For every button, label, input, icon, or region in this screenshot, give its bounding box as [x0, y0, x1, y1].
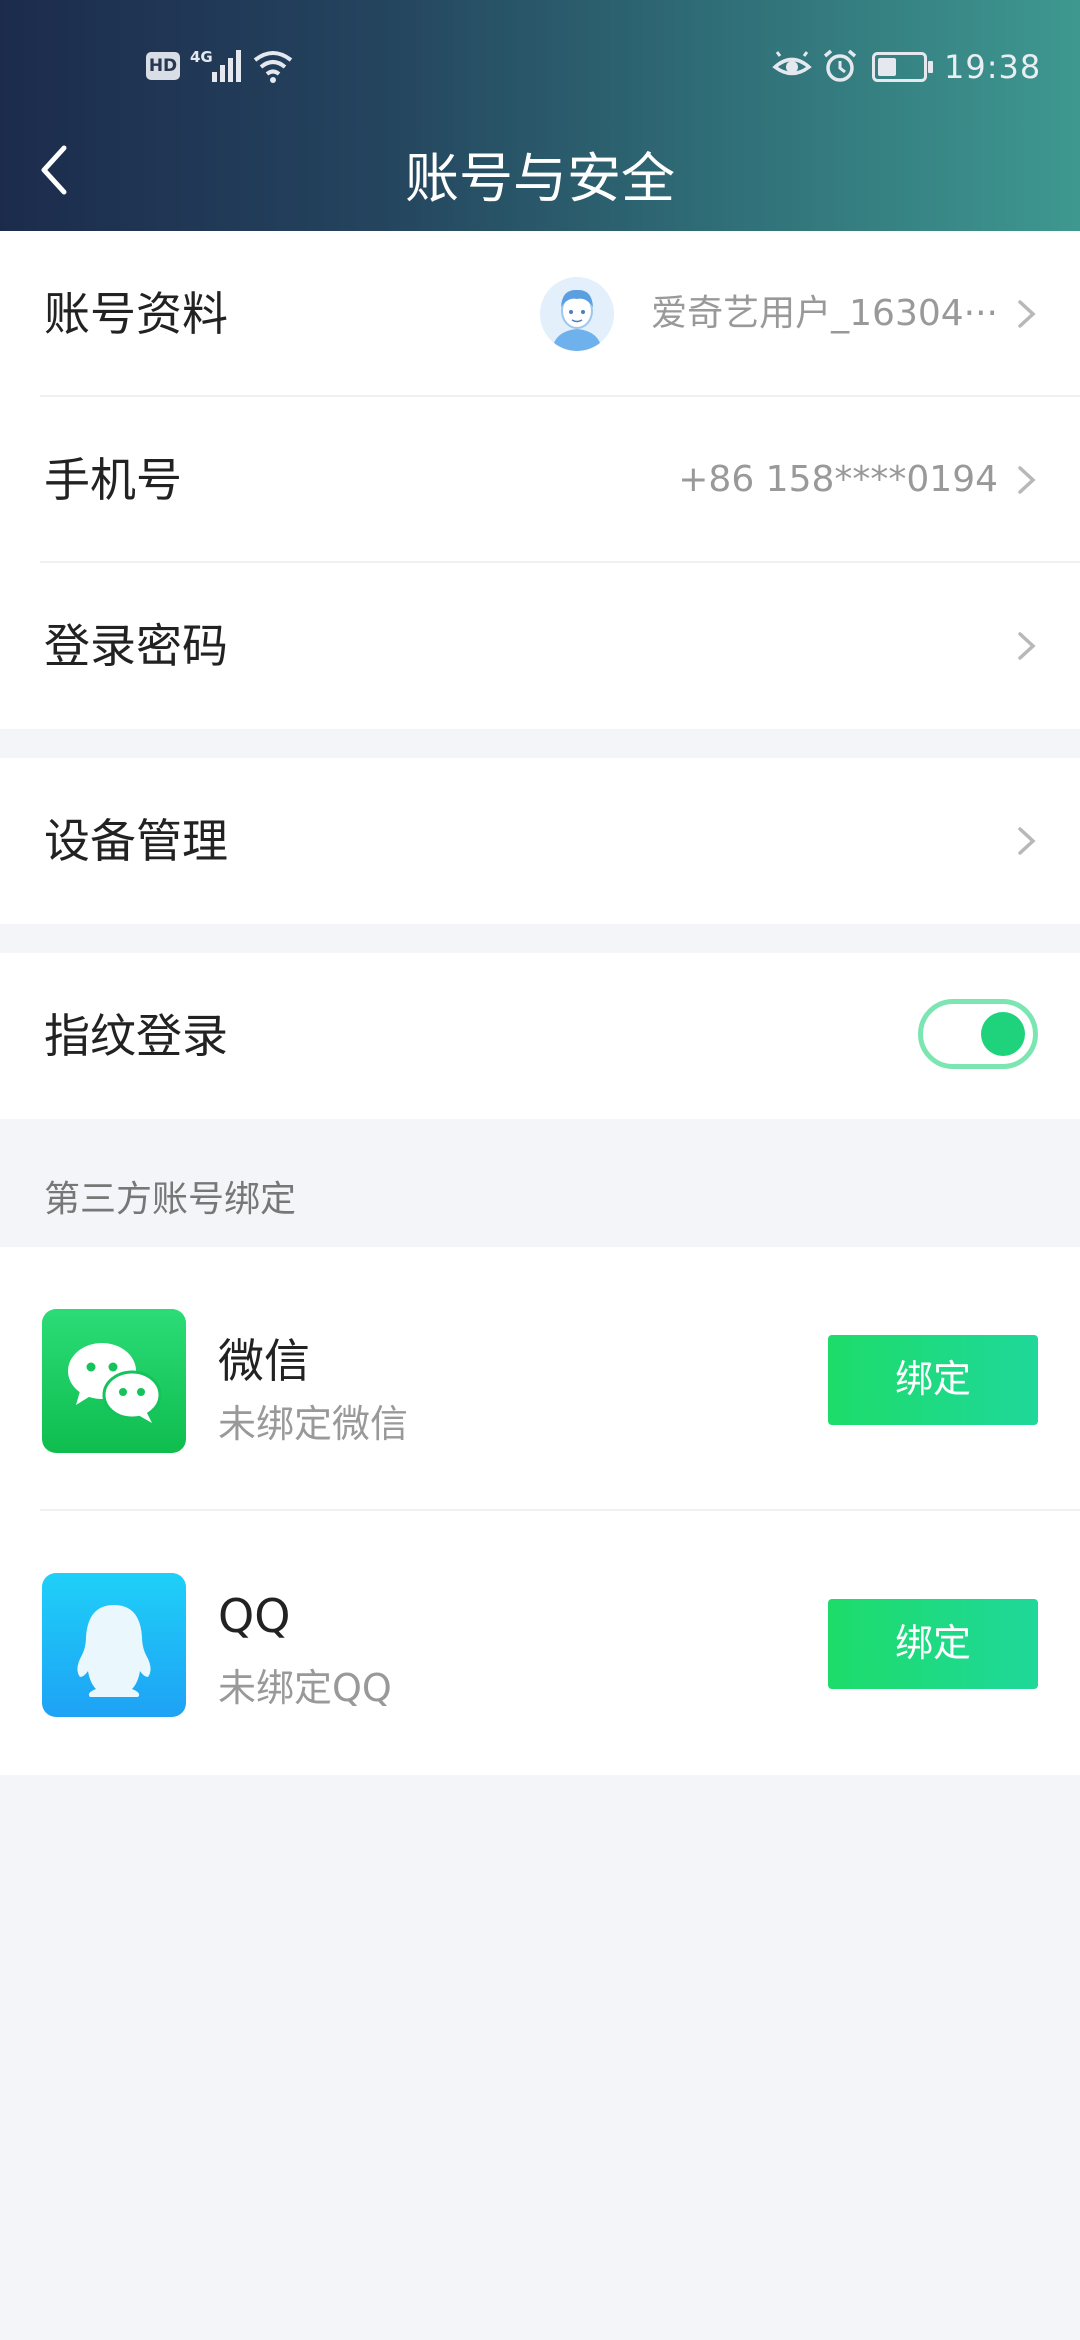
account-profile-value: 爱奇艺用户_16304···	[651, 293, 998, 334]
page-title: 账号与安全	[405, 147, 675, 210]
chevron-right-icon	[1018, 300, 1036, 328]
qq-status: 未绑定QQ	[218, 1666, 392, 1710]
account-profile-label: 账号资料	[44, 287, 228, 341]
hd-badge: HD	[146, 52, 180, 80]
fingerprint-row: 指纹登录	[0, 953, 1080, 1119]
eye-comfort-icon	[772, 51, 812, 76]
wechat-name: 微信	[218, 1334, 310, 1388]
account-profile-row[interactable]: 账号资料 爱奇艺用户_16304···	[0, 231, 1080, 397]
alarm-icon	[823, 49, 857, 82]
fingerprint-label: 指纹登录	[44, 1009, 228, 1063]
wechat-icon	[42, 1309, 186, 1453]
wechat-row: 微信 未绑定微信 绑定	[0, 1247, 1080, 1511]
status-bar: HD 4G 19:38	[0, 0, 1080, 130]
wechat-status: 未绑定微信	[218, 1402, 409, 1446]
third-party-group: 微信 未绑定微信 绑定 QQ 未绑定QQ 绑定	[0, 1247, 1080, 1775]
bind-qq-button[interactable]: 绑定	[828, 1599, 1038, 1689]
chevron-right-icon	[1018, 827, 1036, 855]
avatar	[540, 277, 614, 351]
phone-label: 手机号	[44, 453, 182, 507]
battery-icon	[872, 52, 933, 82]
chevron-right-icon	[1018, 632, 1036, 660]
device-group: 设备管理	[0, 758, 1080, 924]
fingerprint-group: 指纹登录	[0, 953, 1080, 1119]
qq-icon	[42, 1573, 186, 1717]
password-row[interactable]: 登录密码	[0, 563, 1080, 729]
user-avatar-icon	[540, 277, 614, 351]
toggle-knob	[981, 1012, 1025, 1056]
device-management-label: 设备管理	[44, 814, 228, 868]
qq-row: QQ 未绑定QQ 绑定	[0, 1511, 1080, 1775]
phone-row[interactable]: 手机号 +86 158****0194	[0, 397, 1080, 563]
qq-name: QQ	[218, 1589, 291, 1643]
chevron-right-icon	[1018, 466, 1036, 494]
phone-value: +86 158****0194	[678, 459, 998, 500]
third-party-section-title: 第三方账号绑定	[44, 1179, 297, 1220]
bind-wechat-button[interactable]: 绑定	[828, 1335, 1038, 1425]
signal-icon	[212, 50, 241, 82]
account-group: 账号资料 爱奇艺用户_16304··· 手机号 +86 158****0194	[0, 231, 1080, 729]
wifi-icon	[253, 51, 293, 83]
fingerprint-toggle[interactable]	[918, 999, 1038, 1069]
password-label: 登录密码	[44, 619, 228, 673]
device-management-row[interactable]: 设备管理	[0, 758, 1080, 924]
header: HD 4G 19:38 账号与安全	[0, 0, 1080, 231]
status-time: 19:38	[944, 48, 1042, 86]
